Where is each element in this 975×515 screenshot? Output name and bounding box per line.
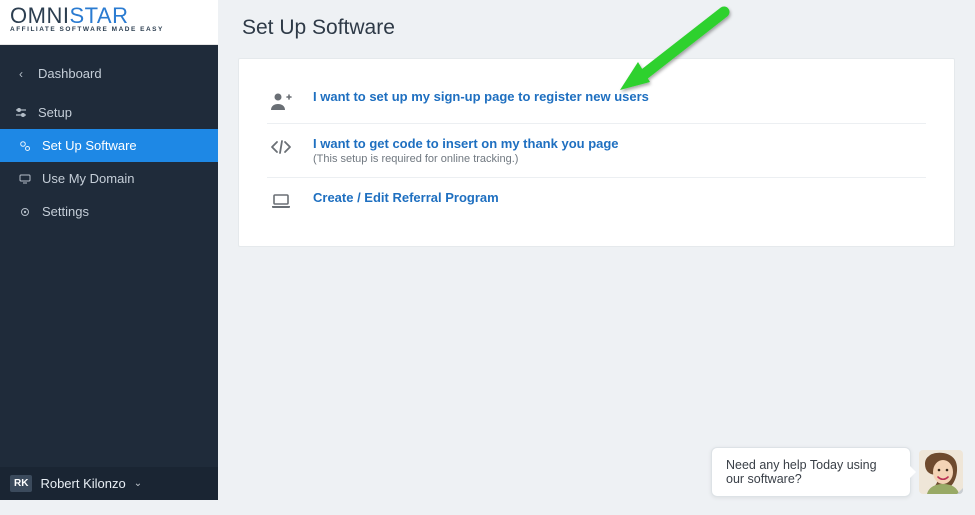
code-icon [267,136,295,156]
laptop-icon [267,190,295,210]
option-thank-you-code[interactable]: I want to get code to insert on my thank… [267,123,926,177]
sidebar-item-label: Settings [42,204,89,219]
chat-message: Need any help Today using our software? [726,458,877,486]
option-link[interactable]: I want to set up my sign-up page to regi… [313,89,926,104]
user-plus-icon [267,89,295,111]
page-title: Set Up Software [242,16,955,40]
sidebar: OMNISTAR AFFILIATE SOFTWARE MADE EASY ‹ … [0,0,218,500]
gear-icon [18,206,32,218]
sidebar-user-menu[interactable]: RK Robert Kilonzo ⌄ [0,467,218,500]
sidebar-back-dashboard[interactable]: ‹ Dashboard [0,57,218,90]
setup-options-card: I want to set up my sign-up page to regi… [238,58,955,247]
brand-tagline: AFFILIATE SOFTWARE MADE EASY [10,26,208,33]
brand-name-part2: STAR [69,3,128,28]
sidebar-item-label: Use My Domain [42,171,134,186]
chevron-down-icon: ⌄ [134,478,142,489]
chevron-left-icon: ‹ [14,67,28,81]
option-link[interactable]: I want to get code to insert on my thank… [313,136,926,151]
option-subtext: (This setup is required for online track… [313,153,926,165]
sidebar-item-settings[interactable]: Settings [0,195,218,228]
option-referral-program[interactable]: Create / Edit Referral Program [267,177,926,222]
user-name: Robert Kilonzo [40,476,125,491]
user-initials-badge: RK [10,475,32,492]
sidebar-parent-setup[interactable]: Setup [0,96,218,129]
brand-logo: OMNISTAR AFFILIATE SOFTWARE MADE EASY [0,0,218,45]
chat-bubble[interactable]: Need any help Today using our software? [711,447,911,497]
gears-icon [18,140,32,152]
chat-agent-avatar[interactable] [919,450,963,494]
main-content: Set Up Software I want to set up my sign… [218,0,975,500]
option-signup-page[interactable]: I want to set up my sign-up page to regi… [267,77,926,123]
sidebar-item-set-up-software[interactable]: Set Up Software [0,129,218,162]
sidebar-item-use-my-domain[interactable]: Use My Domain [0,162,218,195]
sidebar-back-label: Dashboard [38,66,102,81]
sliders-icon [14,107,28,119]
brand-name-part1: OMNI [10,3,69,28]
help-chat-widget[interactable]: Need any help Today using our software? [711,447,963,497]
chat-resize-handle[interactable] [955,486,963,494]
sidebar-parent-label: Setup [38,105,72,120]
sidebar-item-label: Set Up Software [42,138,137,153]
option-link[interactable]: Create / Edit Referral Program [313,190,926,205]
monitor-icon [18,173,32,185]
sidebar-subnav: Set Up Software Use My Domain Settings [0,129,218,228]
sidebar-nav: ‹ Dashboard Setup Set Up Software Use My… [0,45,218,228]
